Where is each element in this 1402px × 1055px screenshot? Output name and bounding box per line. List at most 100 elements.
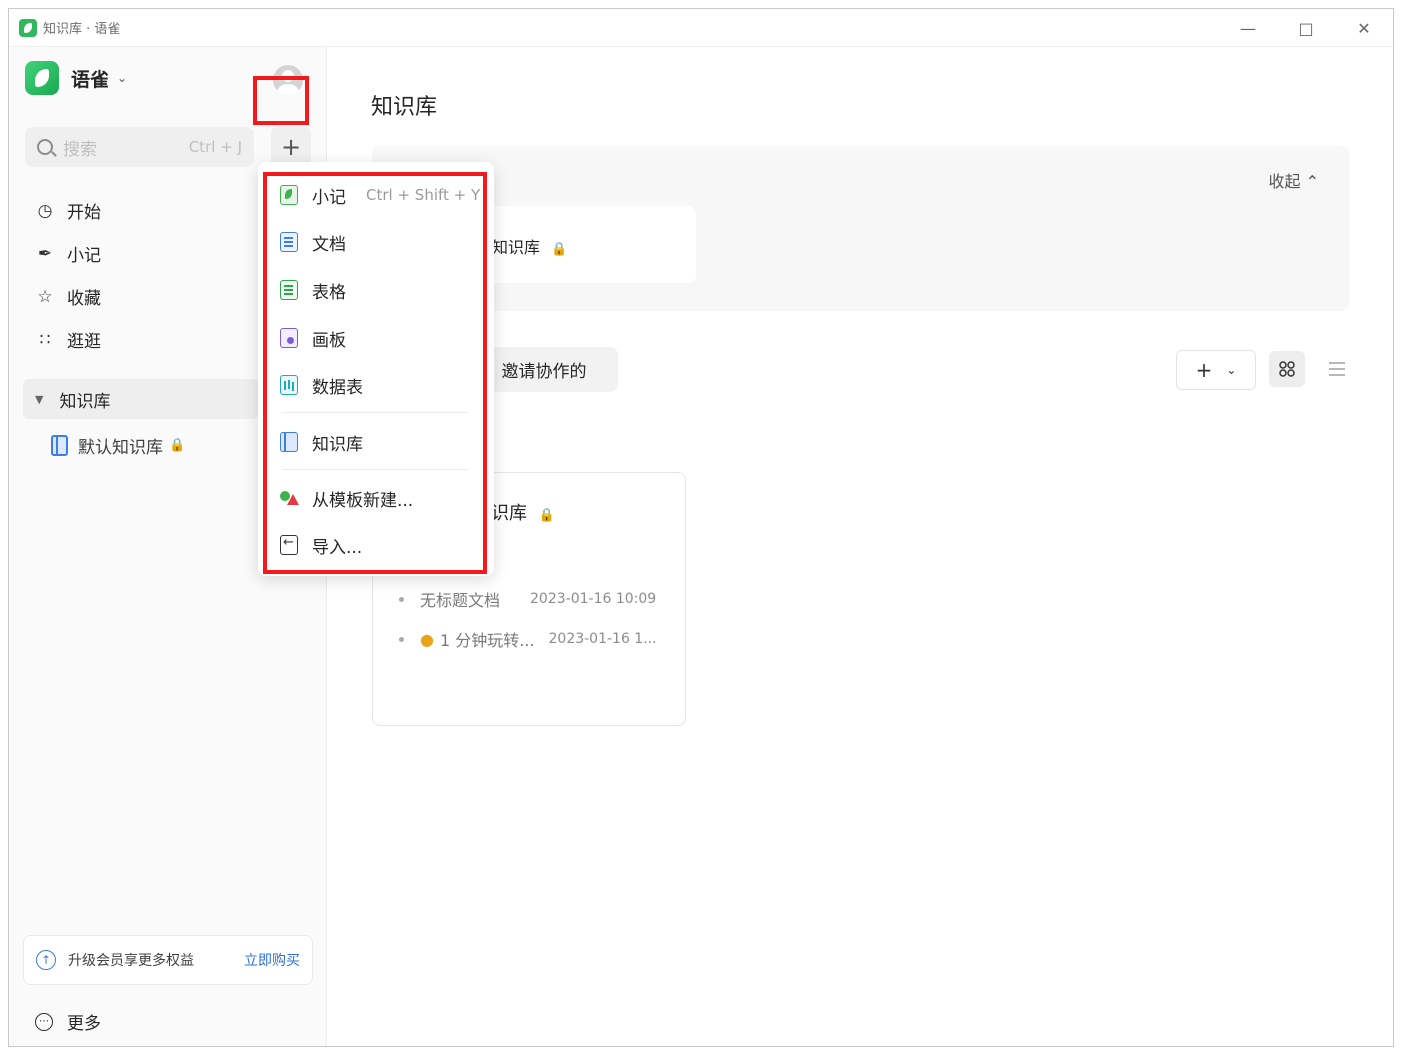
collapse-label: 收起 xyxy=(1268,172,1301,191)
search-placeholder: 搜索 xyxy=(63,139,97,160)
new-item-menu: 小记 Ctrl + Shift + Y 文档 表格 画板 数据表 知识库 从模板… xyxy=(258,162,494,576)
grid-view-button[interactable] xyxy=(1269,351,1305,387)
lightbulb-icon: ● xyxy=(420,629,434,649)
search-shortcut: Ctrl + J xyxy=(188,138,242,156)
list-icon xyxy=(1329,362,1345,376)
window-title: 知识库 · 语雀 xyxy=(43,22,121,37)
search-icon xyxy=(37,139,53,155)
book-icon xyxy=(51,435,68,456)
menu-item-label: 导入... xyxy=(312,537,363,558)
plus-icon: + xyxy=(1195,358,1213,382)
maximize-icon[interactable]: □ xyxy=(1277,9,1335,47)
grid-icon: ∷ xyxy=(39,329,51,350)
upgrade-banner: ↑ 升级会员享更多权益 立即购买 xyxy=(23,935,313,985)
page-title: 知识库 xyxy=(371,95,438,120)
clock-icon: ◷ xyxy=(37,200,53,221)
menu-item-knowledge-base[interactable]: 知识库 xyxy=(280,425,480,459)
recent-kb-label: 知识库 🔒 xyxy=(492,234,567,258)
bullet xyxy=(399,596,404,602)
recent-kb-name: 知识库 xyxy=(492,238,541,257)
doc-name: 无标题文档 xyxy=(420,591,501,610)
upgrade-text: 升级会员享更多权益 xyxy=(68,953,194,969)
sidebar-item-favorites[interactable]: ☆ 收藏 xyxy=(25,275,285,318)
search-input[interactable]: 搜索 Ctrl + J xyxy=(25,127,254,167)
menu-item-import[interactable]: 导入... xyxy=(280,528,480,562)
minimize-icon[interactable]: — xyxy=(1219,9,1277,47)
sidebar-item-label: 开始 xyxy=(67,203,101,223)
menu-item-label: 表格 xyxy=(312,282,346,303)
recent-panel: 收起 ⌃ 知识库 🔒 xyxy=(372,146,1349,311)
note-icon xyxy=(280,185,298,205)
grid-icon xyxy=(1279,361,1295,377)
list-item[interactable]: 无标题文档 2023-01-16 10:09 xyxy=(399,587,656,611)
star-icon: ☆ xyxy=(37,286,53,307)
book-icon xyxy=(280,432,298,452)
menu-divider xyxy=(282,412,468,413)
buy-now-link[interactable]: 立即购买 xyxy=(244,950,300,970)
caret-down-icon: ▼ xyxy=(35,392,44,406)
plus-icon: + xyxy=(280,133,302,161)
menu-item-label: 数据表 xyxy=(312,377,363,398)
menu-item-sheet[interactable]: 表格 xyxy=(280,273,480,307)
kb-card-title: 识库 🔒 xyxy=(491,499,555,525)
section-label: 知识库 xyxy=(59,391,111,412)
close-icon[interactable]: ✕ xyxy=(1335,9,1393,47)
lock-icon: 🔒 xyxy=(551,242,568,257)
sidebar-item-label: 默认知识库 xyxy=(78,438,163,458)
doc-name: 1 分钟玩转... xyxy=(439,631,535,650)
arrow-up-circle-icon: ↑ xyxy=(36,950,56,970)
doc-icon xyxy=(280,232,298,252)
datatable-icon xyxy=(280,375,298,395)
menu-item-datatable[interactable]: 数据表 xyxy=(280,368,480,402)
sidebar-item-label: 收藏 xyxy=(67,289,101,309)
menu-item-label: 文档 xyxy=(312,234,346,255)
add-dropdown-button[interactable]: + ⌄ xyxy=(1176,350,1256,390)
menu-item-doc[interactable]: 文档 xyxy=(280,225,480,259)
ellipsis-circle-icon: ⋯ xyxy=(35,1012,53,1031)
bullet xyxy=(399,636,404,642)
import-icon xyxy=(280,535,298,555)
sidebar-item-notes[interactable]: ✒ 小记 xyxy=(25,232,285,275)
list-view-button[interactable] xyxy=(1319,351,1355,387)
app-window: 知识库 · 语雀 — □ ✕ 语雀 ⌄ 搜索 Ctrl + J + ◷ 开始 ✒ xyxy=(8,8,1394,1047)
more-label: 更多 xyxy=(67,1014,101,1034)
lock-icon: 🔒 xyxy=(538,508,555,523)
kb-card-name: 识库 xyxy=(491,503,527,524)
board-icon xyxy=(280,328,298,348)
sidebar-nav: ◷ 开始 ✒ 小记 ☆ 收藏 ∷ 逛逛 xyxy=(25,189,285,361)
menu-item-label: 画板 xyxy=(312,330,346,351)
menu-item-label: 知识库 xyxy=(312,434,363,455)
lock-icon: 🔒 xyxy=(169,438,186,453)
space-switcher[interactable]: 语雀 ⌄ xyxy=(25,61,127,95)
sidebar-section-knowledge[interactable]: ▼ 知识库 xyxy=(23,379,259,419)
list-item[interactable]: ● 1 分钟玩转... 2023-01-16 1... xyxy=(399,627,657,651)
sidebar-item-label: 小记 xyxy=(67,246,101,266)
window-controls: — □ ✕ xyxy=(1219,9,1393,47)
chevron-up-icon: ⌃ xyxy=(1305,172,1319,191)
menu-item-shortcut: Ctrl + Shift + Y xyxy=(366,186,480,204)
menu-divider xyxy=(282,469,468,470)
new-item-button[interactable]: + xyxy=(271,127,311,167)
menu-item-note[interactable]: 小记 Ctrl + Shift + Y xyxy=(280,178,480,212)
doc-date: 2023-01-16 10:09 xyxy=(530,591,657,607)
sidebar-item-label: 逛逛 xyxy=(67,332,101,352)
app-logo-icon xyxy=(19,18,37,37)
sidebar-item-start[interactable]: ◷ 开始 xyxy=(25,189,285,232)
doc-date: 2023-01-16 1... xyxy=(548,631,657,647)
sidebar-item-default-kb[interactable]: 默认知识库 🔒 xyxy=(51,433,185,458)
feather-icon: ✒ xyxy=(37,243,53,264)
template-icon xyxy=(280,488,299,508)
menu-item-label: 小记 xyxy=(312,187,346,208)
collapse-button[interactable]: 收起 ⌃ xyxy=(1268,168,1319,192)
sheet-icon xyxy=(280,280,298,300)
more-button[interactable]: ⋯ 更多 xyxy=(35,1009,101,1034)
yuque-logo-icon xyxy=(25,61,59,95)
title-bar: 知识库 · 语雀 — □ ✕ xyxy=(9,9,1393,47)
brand-name: 语雀 xyxy=(71,68,110,91)
chevron-down-icon: ⌄ xyxy=(1226,363,1237,377)
menu-item-board[interactable]: 画板 xyxy=(280,321,480,355)
sidebar-item-explore[interactable]: ∷ 逛逛 xyxy=(25,318,285,361)
menu-item-label: 从模板新建... xyxy=(312,490,414,511)
menu-item-from-template[interactable]: 从模板新建... xyxy=(280,481,480,515)
highlight-box-plus xyxy=(253,76,309,125)
